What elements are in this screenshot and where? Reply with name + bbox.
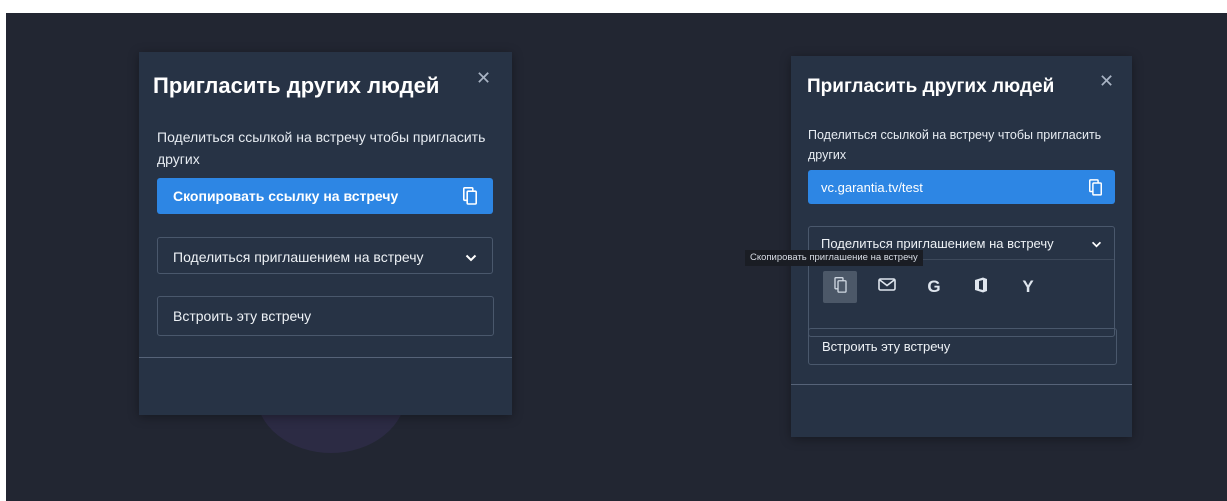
invite-dialog-expanded: Пригласить других людей ✕ Поделиться ссы… [791,56,1132,437]
chevron-down-icon [1091,236,1102,251]
dialog-footer-divider [139,357,512,358]
embed-meeting-label: Встроить эту встречу [822,339,951,354]
dialog-title: Пригласить других людей [807,76,1055,97]
embed-meeting-button[interactable]: Встроить эту встречу [808,328,1117,365]
copy-icon [463,187,477,205]
copy-button-label: Скопировать ссылку на встречу [173,188,399,204]
copy-meeting-link-button[interactable]: Скопировать ссылку на встречу [157,178,493,214]
email-option[interactable] [870,271,904,303]
meeting-link-value: vc.garantia.tv/test [821,179,923,195]
copy-invite-option[interactable] [823,271,857,303]
yahoo-option[interactable]: Y [1011,271,1045,303]
embed-meeting-label: Встроить эту встречу [173,308,312,324]
yahoo-icon: Y [1022,277,1034,296]
mail-icon [878,278,896,296]
google-option[interactable]: G [917,271,951,303]
office-option[interactable] [964,271,998,303]
google-icon: G [927,277,941,296]
invite-dialog-collapsed: Пригласить других людей ✕ Поделиться ссы… [139,52,512,415]
copy-icon[interactable] [1089,178,1102,196]
dialog-description: Поделиться ссылкой на встречу чтобы приг… [157,129,486,167]
copy-icon [833,276,847,298]
office-icon [974,277,988,298]
copy-invite-tooltip: Скопировать приглашение на встречу [745,250,923,266]
share-invite-label: Поделиться приглашением на встречу [821,235,1054,251]
share-options: G Y [823,271,1058,303]
dialog-description: Поделиться ссылкой на встречу чтобы приг… [808,128,1102,162]
share-invite-label: Поделиться приглашением на встречу [173,248,424,265]
close-icon[interactable]: ✕ [1099,72,1114,90]
dialog-title: Пригласить других людей [153,73,440,98]
share-invite-dropdown[interactable]: Поделиться приглашением на встречу [157,237,493,274]
close-icon[interactable]: ✕ [476,69,491,87]
chevron-down-icon [465,249,477,265]
embed-meeting-button[interactable]: Встроить эту встречу [157,296,494,336]
share-invite-dropdown-header[interactable]: Поделиться приглашением на встречу [158,238,492,275]
share-invite-dropdown: Поделиться приглашением на встречу G Y [808,226,1115,337]
meeting-link-field[interactable]: vc.garantia.tv/test [808,170,1115,204]
dialog-footer-divider [791,384,1132,385]
